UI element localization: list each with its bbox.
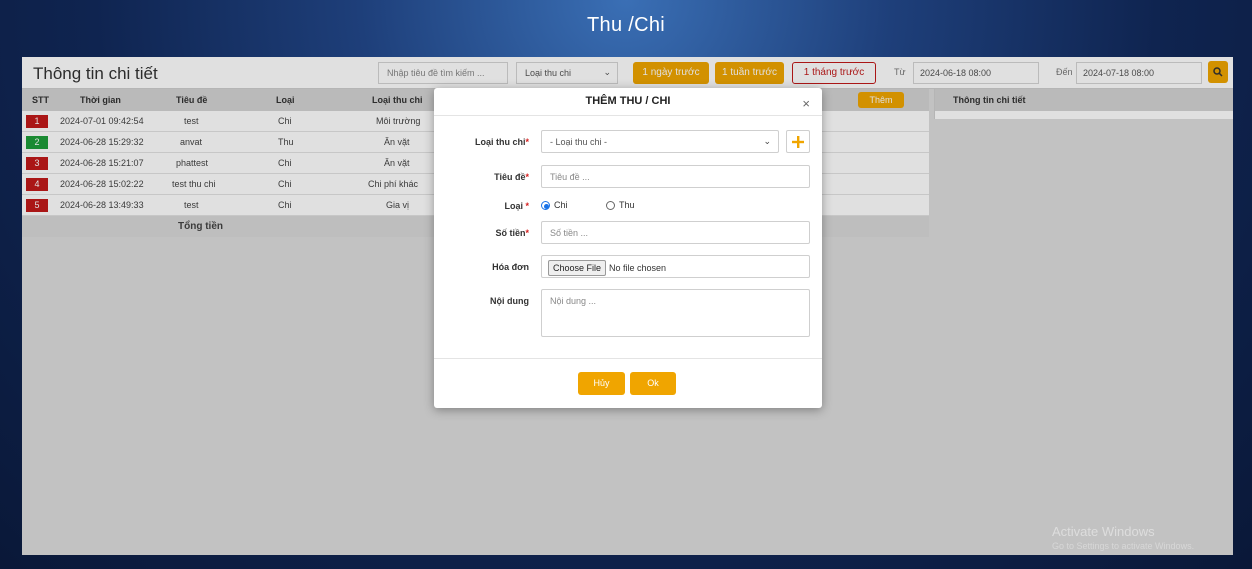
required-mark: *	[525, 172, 529, 182]
content-label: Nội dung	[490, 296, 529, 306]
type-radio-chi[interactable]: Chi	[541, 200, 568, 211]
category-select-value: - Loại thu chi -	[550, 137, 608, 147]
add-income-expense-modal: THÊM THU / CHI × Loại thu chi* - Loại th…	[434, 88, 822, 408]
invoice-label: Hóa đơn	[492, 262, 529, 272]
type-option-chi: Chi	[554, 200, 568, 210]
modal-footer-divider	[434, 358, 822, 359]
radio-checked-icon	[541, 201, 550, 211]
cancel-button[interactable]: Hủy	[578, 372, 625, 395]
type-label-text: Loại	[504, 201, 523, 211]
title-label: Tiêu đề*	[434, 172, 529, 182]
type-label: Loại *	[434, 201, 529, 211]
type-radio-thu[interactable]: Thu	[606, 200, 635, 211]
ok-button[interactable]: Ok	[630, 372, 676, 395]
required-mark: *	[525, 228, 529, 238]
close-icon[interactable]: ×	[802, 96, 810, 111]
required-mark: *	[525, 137, 529, 147]
amount-label: Số tiền*	[434, 228, 529, 238]
category-label: Loại thu chi*	[434, 137, 529, 147]
chevron-down-icon: ⌄	[763, 136, 771, 146]
radio-unchecked-icon	[606, 201, 616, 211]
content-textarea[interactable]: Nội dung ...	[541, 289, 810, 337]
activate-windows-title: Activate Windows	[1052, 524, 1155, 539]
amount-input[interactable]: Số tiền ...	[541, 221, 810, 244]
type-radio-group: Chi Thu	[541, 200, 635, 211]
plus-icon	[792, 135, 804, 148]
invoice-file-input[interactable]: Choose File No file chosen	[541, 255, 810, 278]
app-title: Thu /Chi	[587, 14, 665, 36]
category-select[interactable]: - Loại thu chi - ⌄	[541, 130, 779, 153]
required-mark: *	[522, 201, 529, 211]
add-category-button[interactable]	[786, 130, 810, 153]
modal-header-divider	[434, 115, 822, 116]
category-label-text: Loại thu chi	[474, 137, 526, 147]
file-status: No file chosen	[609, 263, 667, 273]
amount-label-text: Số tiền	[495, 228, 526, 238]
title-input[interactable]: Tiêu đề ...	[541, 165, 810, 188]
title-label-text: Tiêu đề	[494, 172, 526, 182]
modal-title: THÊM THU / CHI	[585, 95, 671, 107]
activate-windows-subtitle: Go to Settings to activate Windows.	[1052, 541, 1195, 551]
choose-file-button[interactable]: Choose File	[548, 260, 607, 276]
type-option-thu: Thu	[619, 200, 635, 210]
